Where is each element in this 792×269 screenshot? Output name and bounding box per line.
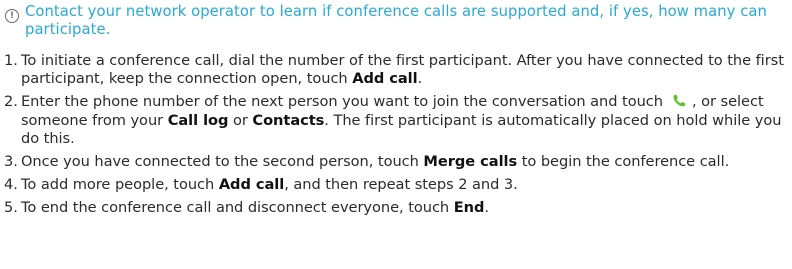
step-text: Enter the phone number of the next perso…	[21, 93, 782, 147]
add-call-label: Add call	[352, 70, 418, 87]
steps-list: 1. To initiate a conference call, dial t…	[4, 52, 788, 217]
green-phone-icon	[672, 94, 686, 112]
step-3: 3. Once you have connected to the second…	[4, 153, 788, 171]
conference-call-instructions: ! Contact your network operator to learn…	[0, 0, 792, 269]
step-2: 2. Enter the phone number of the next pe…	[4, 93, 788, 148]
step-text: Once you have connected to the second pe…	[21, 153, 730, 170]
step-4: 4. To add more people, touch Add call, a…	[4, 176, 788, 194]
info-alert-icon: !	[5, 9, 19, 23]
step-number: 2.	[4, 93, 18, 110]
step-number: 4.	[4, 176, 18, 193]
step-text: To end the conference call and disconnec…	[21, 199, 489, 216]
note-text: Contact your network operator to learn i…	[25, 3, 767, 38]
step-number: 5.	[4, 199, 18, 216]
call-log-label: Call log	[167, 112, 229, 129]
merge-calls-label: Merge calls	[423, 153, 518, 170]
operator-note: ! Contact your network operator to learn…	[4, 3, 784, 39]
step-number: 3.	[4, 153, 18, 170]
add-call-label: Add call	[218, 176, 285, 193]
step-text: To initiate a conference call, dial the …	[21, 52, 784, 87]
step-1: 1. To initiate a conference call, dial t…	[4, 52, 788, 88]
contacts-label: Contacts	[252, 112, 325, 129]
step-text: To add more people, touch Add call, and …	[21, 176, 518, 193]
step-5: 5. To end the conference call and discon…	[4, 199, 788, 217]
step-number: 1.	[4, 52, 18, 69]
end-label: End	[453, 199, 485, 216]
